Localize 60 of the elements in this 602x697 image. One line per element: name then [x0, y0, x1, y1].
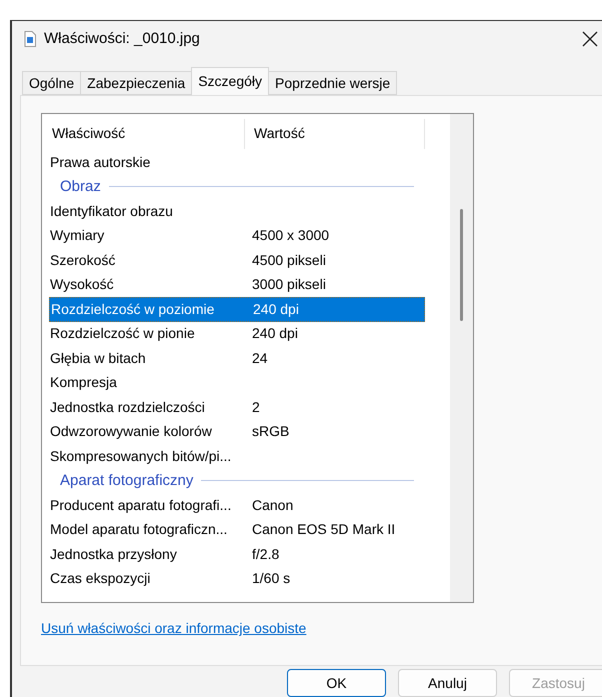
property-row[interactable]: Kompresja: [49, 370, 425, 395]
property-row[interactable]: Czas ekspozycji 1/60 s: [49, 566, 425, 591]
group-heading[interactable]: Aparat fotograficzny: [60, 470, 194, 492]
ok-button[interactable]: OK: [287, 669, 386, 697]
property-name: Jednostka przysłony: [49, 544, 178, 564]
property-name: Szerokość: [49, 250, 116, 270]
property-name: Prawa autorskie: [49, 152, 152, 172]
property-name: Skompresowanych bitów/pi...: [49, 446, 232, 466]
scrollbar-thumb[interactable]: [460, 209, 463, 321]
tab[interactable]: Poprzednie wersje: [268, 71, 398, 95]
property-row[interactable]: Szerokość 4500 pikseli: [49, 248, 425, 272]
property-name: Odwzorowywanie kolorów: [49, 422, 213, 442]
property-name: Czas ekspozycji: [49, 569, 152, 588]
property-value: 4500 pikseli: [252, 250, 326, 270]
dialog-button[interactable]: Anuluj: [398, 669, 497, 697]
property-value: Canon: [252, 496, 294, 515]
property-name: Producent aparatu fotografi...: [49, 496, 232, 515]
property-value: Canon EOS 5D Mark II: [252, 520, 396, 540]
property-name: Jednostka rozdzielczości: [49, 398, 206, 417]
property-value: sRGB: [252, 422, 290, 442]
image-file-icon: [24, 31, 36, 47]
group-heading[interactable]: Obraz: [60, 176, 101, 198]
close-icon[interactable]: [582, 31, 598, 47]
window-title: Właściwości: _0010.jpg: [44, 28, 201, 49]
property-value: 2: [252, 398, 260, 417]
tab[interactable]: Ogólne: [22, 71, 82, 95]
property-value: 3000 pikseli: [252, 275, 326, 294]
property-name: Kompresja: [49, 373, 118, 392]
property-row[interactable]: Głębia w bitach 24: [49, 346, 425, 370]
property-name: Identyfikator obrazu: [49, 202, 174, 221]
property-row[interactable]: Wymiary 4500 x 3000: [49, 224, 425, 248]
property-row[interactable]: Jednostka przysłony f/2.8: [49, 542, 425, 566]
property-name: Głębia w bitach: [49, 348, 147, 368]
property-value: 4500 x 3000: [252, 226, 330, 246]
tab[interactable]: Zabezpieczenia: [80, 71, 192, 95]
property-row[interactable]: Prawa autorskie: [49, 150, 425, 174]
property-row[interactable]: Jednostka rozdzielczości 2: [49, 395, 425, 420]
property-value: f/2.8: [252, 544, 280, 564]
property-name: Model aparatu fotograficzn...: [49, 520, 228, 540]
tab[interactable]: Szczegóły: [191, 67, 270, 95]
column-header[interactable]: Wartość: [245, 118, 425, 148]
property-value: 24: [252, 348, 268, 368]
property-name: Rozdzielczość w poziomie: [50, 300, 216, 319]
property-row[interactable]: Skompresowanych bitów/pi...: [49, 444, 425, 468]
property-name: Wysokość: [49, 275, 115, 294]
property-row[interactable]: Identyfikator obrazu: [49, 199, 425, 224]
property-row[interactable]: Wysokość 3000 pikseli: [49, 272, 425, 297]
property-name: Wymiary: [49, 226, 106, 246]
property-row[interactable]: Producent aparatu fotografi... Canon: [49, 493, 425, 518]
column-header[interactable]: Właściwość: [42, 118, 245, 148]
remove-properties-link[interactable]: Usuń właściwości oraz informacje osobiste: [41, 618, 306, 639]
property-value: 240 dpi: [253, 300, 299, 319]
property-name: Rozdzielczość w pionie: [49, 324, 196, 344]
property-row[interactable]: Rozdzielczość w poziomie 240 dpi: [49, 297, 425, 322]
property-value: 240 dpi: [252, 324, 298, 344]
property-row[interactable]: Model aparatu fotograficzn... Canon EOS 5D Mark II: [49, 518, 425, 542]
scrollbar[interactable]: [450, 114, 473, 602]
property-row[interactable]: Rozdzielczość w pionie 240 dpi: [49, 322, 425, 346]
property-row[interactable]: Odwzorowywanie kolorów sRGB: [49, 420, 425, 444]
property-value: 1/60 s: [252, 569, 290, 588]
